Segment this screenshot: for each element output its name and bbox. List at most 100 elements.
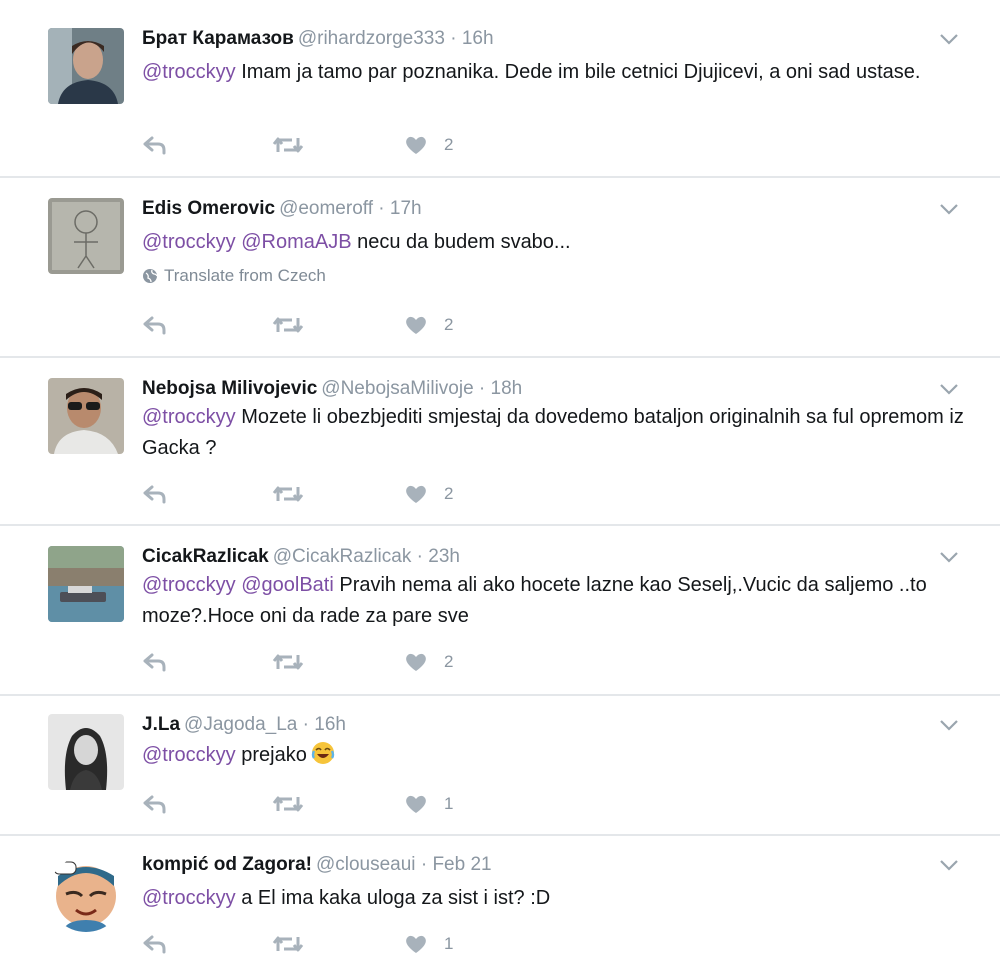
retweet-button[interactable] [272,133,304,157]
tweet-header: CicakRazlicak @CicakRazlicak · 23h [142,546,460,567]
like-button[interactable]: 1 [404,792,453,816]
chevron-down-icon[interactable] [938,202,960,216]
tweet-item: CicakRazlicak @CicakRazlicak · 23h @trocc… [0,526,1000,696]
chevron-down-icon[interactable] [938,550,960,564]
tweet-time[interactable]: 17h [390,198,422,219]
reply-button[interactable] [142,792,168,816]
chevron-down-icon[interactable] [938,858,960,872]
user-handle[interactable]: @rihardzorge333 [298,28,445,49]
retweet-button[interactable] [272,792,304,816]
retweet-icon [272,137,304,153]
avatar[interactable] [48,546,124,622]
like-count: 2 [444,484,454,503]
tweet-item: Nebojsa Milivojevic @NebojsaMilivoje · 18… [0,358,1000,526]
tweet-body: prejako [241,744,307,766]
reply-icon [143,136,166,155]
mention-link[interactable]: @trocckyy [142,406,236,428]
chevron-down-icon[interactable] [938,32,960,46]
tweet-time[interactable]: Feb 21 [432,854,491,875]
retweet-icon [272,796,304,812]
tweet-time[interactable]: 18h [491,378,523,399]
mention-link[interactable]: @trocckyy [142,744,236,766]
tweet-body: necu da budem svabo... [357,231,571,253]
avatar[interactable] [48,856,124,932]
translate-link[interactable]: Translate from Czech [142,266,326,286]
retweet-button[interactable] [272,932,304,956]
mention-link[interactable]: @goolBati [241,574,334,596]
reply-icon [143,795,166,814]
user-handle[interactable]: @eomeroff [279,198,373,219]
reply-button[interactable] [142,133,168,157]
chevron-down-icon[interactable] [938,718,960,732]
tweet-time[interactable]: 16h [462,28,494,49]
retweet-icon [272,654,304,670]
tweet-time[interactable]: 16h [314,714,346,735]
user-handle[interactable]: @NebojsaMilivoje [321,378,473,399]
user-name[interactable]: Брат Карамазов [142,28,294,49]
user-name[interactable]: Edis Omerovic [142,198,275,219]
tweet-body: Mozete li obezbjediti smjestaj da dovede… [142,406,964,459]
tweet-item: Edis Omerovic @eomeroff · 17h @trocckyy @… [0,178,1000,358]
user-name[interactable]: Nebojsa Milivojevic [142,378,317,399]
heart-icon [406,316,426,334]
mention-link[interactable]: @RomaAJB [241,231,351,253]
like-button[interactable]: 2 [404,133,453,157]
user-name[interactable]: CicakRazlicak [142,546,269,567]
like-count: 2 [444,652,454,671]
mention-link[interactable]: @trocckyy [142,887,236,909]
user-handle[interactable]: @Jagoda_La [184,714,297,735]
like-button[interactable]: 1 [404,932,453,956]
tweet-text: @trocckyy @goolBati Pravih nema ali ako … [142,570,972,632]
reply-button[interactable] [142,932,168,956]
globe-icon [143,269,158,283]
chevron-down-icon[interactable] [938,382,960,396]
heart-icon [406,136,426,154]
like-button[interactable]: 2 [404,482,453,506]
user-name[interactable]: J.La [142,714,180,735]
reply-icon [143,485,166,504]
reply-button[interactable] [142,313,168,337]
like-button[interactable]: 2 [404,650,453,674]
avatar[interactable] [48,714,124,790]
like-count: 1 [444,934,454,953]
avatar[interactable] [48,198,124,274]
user-name[interactable]: kompić od Zagora! [142,854,312,875]
tweet-header: Брат Карамазов @rihardzorge333 · 16h [142,28,494,49]
retweet-button[interactable] [272,482,304,506]
mention-link[interactable]: @trocckyy [142,231,236,253]
like-count: 2 [444,135,454,154]
heart-icon [406,653,426,671]
reply-button[interactable] [142,482,168,506]
avatar[interactable] [48,28,124,104]
reply-icon [143,935,166,954]
user-handle[interactable]: @clouseaui [316,854,416,875]
tweet-text: @trocckyy Imam ja tamo par poznanika. De… [142,57,972,88]
tweet-item: Брат Карамазов @rihardzorge333 · 16h @tro… [0,0,1000,178]
laughing-emoji-icon [311,742,335,764]
tweet-header: Nebojsa Milivojevic @NebojsaMilivoje · 18… [142,378,523,399]
tweet-item: J.La @Jagoda_La · 16h @trocckyy prejako 1 [0,696,1000,836]
retweet-icon [272,317,304,333]
tweet-body: Imam ja tamo par poznanika. Dede im bile… [241,61,921,83]
reply-button[interactable] [142,650,168,674]
tweet-time[interactable]: 23h [428,546,460,567]
tweet-text: @trocckyy @RomaAJB necu da budem svabo..… [142,227,972,258]
tweet-text: @trocckyy Mozete li obezbjediti smjestaj… [142,402,972,464]
retweet-icon [272,936,304,952]
retweet-button[interactable] [272,313,304,337]
tweet-header: J.La @Jagoda_La · 16h [142,714,346,735]
mention-link[interactable]: @trocckyy [142,574,236,596]
user-handle[interactable]: @CicakRazlicak [273,546,412,567]
translate-label: Translate from Czech [164,266,326,285]
like-count: 2 [444,315,454,334]
reply-icon [143,653,166,672]
tweet-header: Edis Omerovic @eomeroff · 17h [142,198,422,219]
avatar[interactable] [48,378,124,454]
retweet-icon [272,486,304,502]
heart-icon [406,485,426,503]
like-button[interactable]: 2 [404,313,453,337]
tweet-text: @trocckyy prejako [142,740,972,771]
tweet-text: @trocckyy a El ima kaka uloga za sist i … [142,883,972,914]
retweet-button[interactable] [272,650,304,674]
mention-link[interactable]: @trocckyy [142,61,236,83]
